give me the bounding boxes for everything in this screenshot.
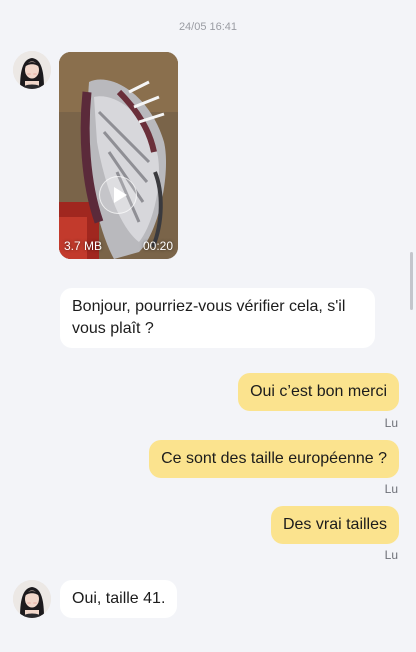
avatar-portrait-icon — [13, 51, 51, 89]
read-receipt: Lu — [384, 416, 398, 430]
contact-avatar[interactable] — [13, 51, 51, 89]
video-duration: 00:20 — [142, 239, 173, 253]
outgoing-message[interactable]: Ce sont des taille européenne ? — [149, 440, 399, 478]
video-message[interactable]: 3.7 MB 00:20 — [59, 52, 178, 259]
read-receipt: Lu — [384, 548, 398, 562]
incoming-message[interactable]: Bonjour, pourriez-vous vérifier cela, s'… — [60, 288, 375, 348]
contact-avatar[interactable] — [13, 580, 51, 618]
message-timestamp: 24/05 16:41 — [178, 21, 238, 33]
outgoing-message[interactable]: Des vrai tailles — [270, 506, 399, 544]
read-receipt: Lu — [384, 482, 398, 496]
video-size: 3.7 MB — [64, 239, 103, 253]
video-thumbnail — [59, 52, 178, 259]
incoming-message[interactable]: Oui, taille 41. — [60, 580, 178, 618]
chat-thread[interactable]: 24/05 16:41 3.7 MB 00:20 Bonjour, pourri… — [0, 0, 416, 652]
avatar-portrait-icon — [13, 580, 51, 618]
scrollbar[interactable] — [410, 252, 413, 310]
video-meta: 3.7 MB 00:20 — [64, 239, 173, 253]
outgoing-message[interactable]: Oui c’est bon merci — [238, 373, 399, 411]
play-icon[interactable] — [99, 176, 137, 214]
